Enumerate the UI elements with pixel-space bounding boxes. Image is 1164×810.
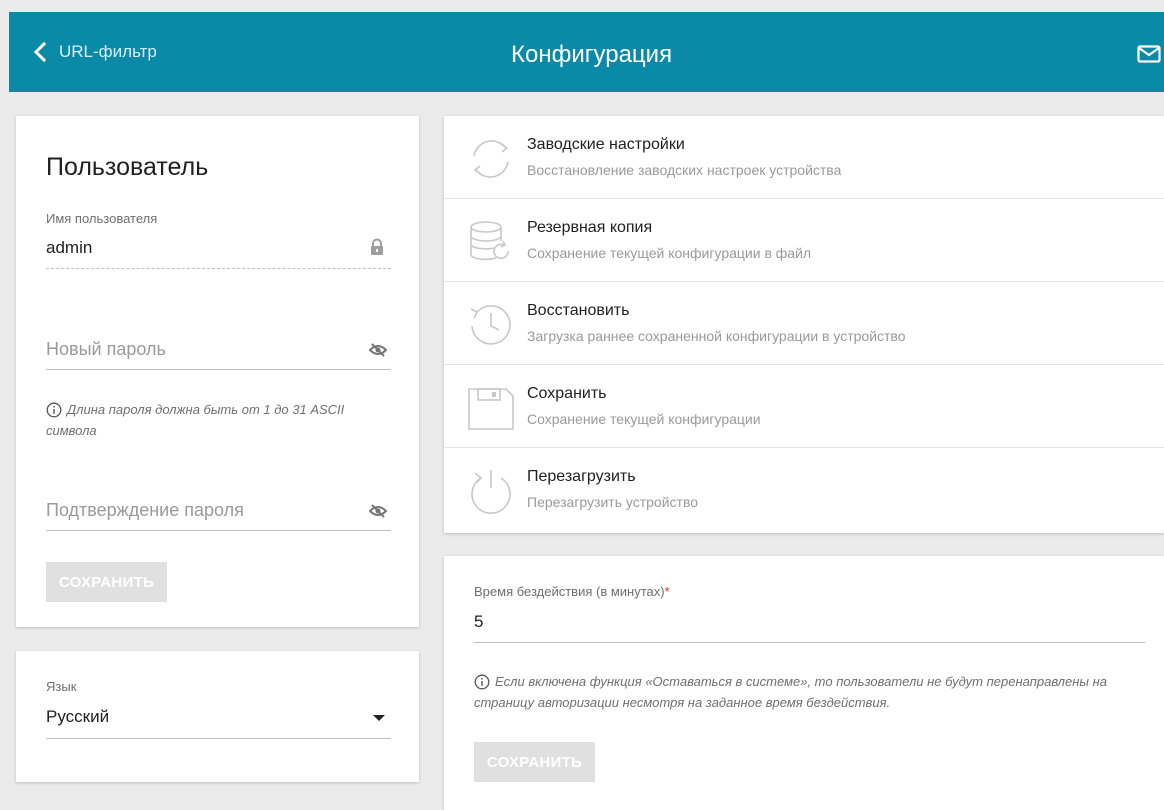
back-label: URL-фильтр (59, 42, 157, 61)
action-factory-reset[interactable]: Заводские настройки Восстановление завод… (444, 116, 1164, 199)
timeout-save-button[interactable]: СОХРАНИТЬ (474, 742, 595, 782)
info-icon (46, 402, 62, 418)
timeout-hint: Если включена функция «Оставаться в сист… (474, 671, 1154, 713)
reboot-icon (471, 470, 511, 514)
user-card-title: Пользователь (46, 153, 209, 181)
chevron-left-icon (33, 42, 47, 62)
action-desc: Сохранение текущей конфигурации (527, 411, 761, 427)
page-title: Конфигурация (511, 41, 673, 68)
action-desc: Восстановление заводских настроек устрой… (527, 162, 842, 178)
confirm-password-underline (46, 530, 391, 531)
back-button[interactable]: URL-фильтр (33, 12, 157, 92)
username-label: Имя пользователя (46, 211, 158, 226)
action-desc: Загрузка раннее сохраненной конфигурации… (527, 328, 906, 344)
timeout-underline (474, 642, 1145, 643)
eye-off-icon[interactable] (369, 342, 387, 358)
user-card: Пользователь Имя пользователя admin Новы… (16, 116, 419, 627)
username-underline (46, 268, 391, 269)
timeout-input[interactable]: 5 (474, 612, 483, 632)
new-password-underline (46, 369, 391, 370)
eye-off-icon[interactable] (369, 503, 387, 519)
action-desc: Сохранение текущей конфигурации в файл (527, 245, 812, 261)
language-select[interactable]: Русский (46, 707, 109, 727)
restore-icon (470, 305, 511, 345)
action-title: Восстановить (527, 302, 630, 319)
save-icon (468, 388, 514, 430)
action-restore[interactable]: Восстановить Загрузка раннее сохраненной… (444, 282, 1164, 365)
lock-icon (371, 238, 383, 255)
language-card: Язык Русский (16, 651, 419, 782)
language-underline (46, 738, 391, 739)
app-header: URL-фильтр Конфигурация (9, 12, 1164, 92)
info-icon (474, 674, 490, 690)
action-reboot[interactable]: Перезагрузить Перезагрузить устройство (444, 448, 1164, 531)
timeout-card: Время бездействия (в минутах)* 5 Если вк… (444, 556, 1164, 810)
password-hint-text: Длина пароля должна быть от 1 до 31 ASCI… (46, 402, 345, 438)
action-title: Заводские настройки (527, 136, 685, 153)
action-title: Перезагрузить (527, 468, 636, 485)
username-value: admin (46, 238, 93, 257)
factory-reset-icon (473, 140, 509, 178)
required-mark: * (664, 584, 670, 599)
confirm-password-field[interactable]: Подтверждение пароля (46, 500, 244, 521)
action-desc: Перезагрузить устройство (527, 494, 699, 510)
config-actions-card: Заводские настройки Восстановление завод… (444, 116, 1164, 533)
action-title: Резервная копия (527, 219, 653, 236)
action-save-config[interactable]: Сохранить Сохранение текущей конфигураци… (444, 365, 1164, 448)
timeout-label: Время бездействия (в минутах)* (474, 584, 670, 599)
action-backup[interactable]: Резервная копия Сохранение текущей конфи… (444, 199, 1164, 282)
user-save-button[interactable]: СОХРАНИТЬ (46, 562, 167, 602)
timeout-label-text: Время бездействия (в минутах) (474, 584, 665, 599)
backup-icon (470, 221, 509, 261)
top-strip (0, 0, 1164, 10)
new-password-field[interactable]: Новый пароль (46, 339, 166, 360)
language-label: Язык (46, 679, 77, 694)
password-hint: Длина пароля должна быть от 1 до 31 ASCI… (46, 399, 391, 441)
chevron-down-icon[interactable] (373, 715, 385, 721)
timeout-hint-text: Если включена функция «Оставаться в сист… (474, 674, 1107, 710)
mail-icon[interactable] (1137, 45, 1161, 63)
action-title: Сохранить (527, 385, 607, 402)
